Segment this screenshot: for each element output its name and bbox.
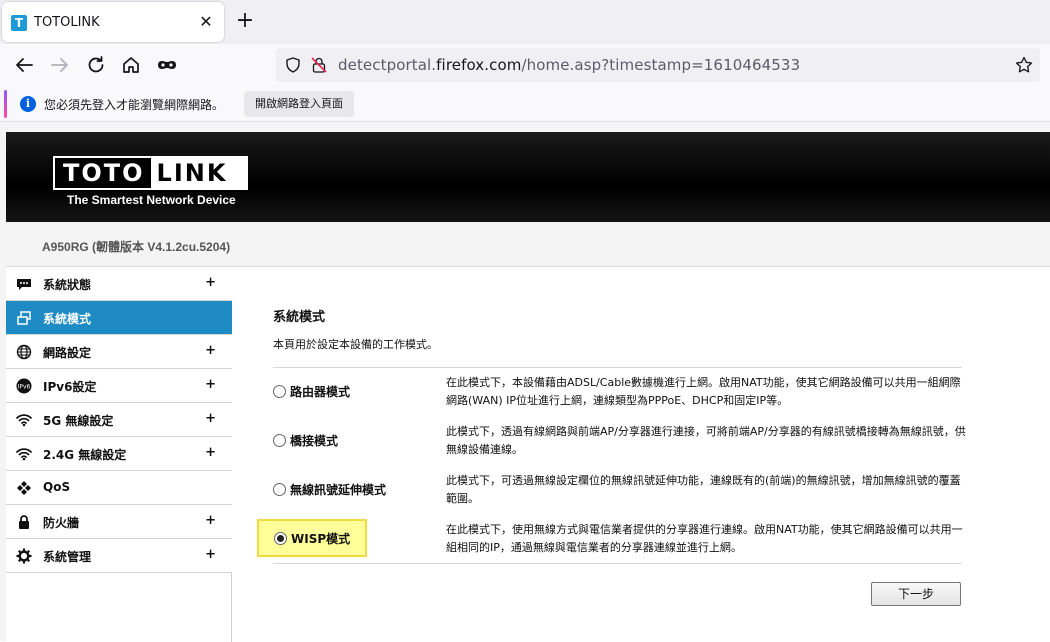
bookmark-star-icon[interactable] — [1014, 55, 1034, 75]
forward-arrow-icon[interactable] — [48, 53, 72, 77]
sidebar-item-wireless-24g[interactable]: 2.4G 無線設定 + — [6, 437, 232, 471]
router-mode-option[interactable]: 路由器模式 — [273, 377, 350, 405]
url-bar[interactable]: detectportal.firefox.com/home.asp?timest… — [276, 48, 1040, 82]
sidebar-item-label: QoS — [43, 480, 71, 494]
sidebar-item-management[interactable]: 系統管理 + — [6, 539, 232, 573]
mode-description: 在此模式下，使用無線方式與電信業者提供的分享器進行連線。啟用NAT功能，使其它網… — [446, 523, 963, 554]
page-title: 系統模式 — [273, 310, 326, 325]
url-domain: firefox.com — [436, 56, 522, 74]
mode-label: 無線訊號延伸模式 — [290, 482, 387, 497]
logo-tagline: The Smartest Network Device — [67, 193, 236, 207]
tab-title: TOTOLINK — [34, 15, 100, 30]
sidebar-item-label: 防火牆 — [43, 516, 80, 530]
logo-link: LINK — [150, 158, 246, 188]
browser-tab-bar: T TOTOLINK ✕ + — [0, 0, 1050, 44]
expand-plus-icon[interactable]: + — [205, 513, 216, 528]
home-icon[interactable] — [119, 53, 143, 77]
sidebar-item-firewall[interactable]: 防火牆 + — [6, 505, 232, 539]
qos-icon — [16, 480, 32, 496]
browser-tab[interactable]: T TOTOLINK ✕ — [2, 2, 224, 42]
router-mode-radio[interactable] — [273, 384, 286, 398]
expand-plus-icon[interactable]: + — [205, 275, 216, 290]
back-arrow-icon[interactable] — [12, 53, 36, 77]
captive-portal-notification: i 您必須先登入才能瀏覽網際網路。 開啟網路登入頁面 — [0, 86, 1050, 122]
gear-icon — [16, 548, 32, 564]
sidebar-item-qos[interactable]: QoS — [6, 471, 232, 505]
new-tab-icon[interactable]: + — [234, 10, 256, 32]
chat-icon — [16, 276, 32, 292]
divider — [273, 563, 962, 564]
sidebar-item-label: 5G 無線設定 — [43, 414, 114, 428]
page-description: 本頁用於設定本設備的工作模式。 — [273, 338, 438, 351]
expand-plus-icon[interactable]: + — [205, 547, 216, 562]
sidebar-item-network[interactable]: 網路設定 + — [6, 335, 232, 369]
notification-accent — [4, 90, 7, 118]
sidebar-item-system-status[interactable]: 系統狀態 + — [6, 267, 232, 301]
bridge-mode-option[interactable]: 橋接模式 — [273, 426, 338, 454]
notification-text: 您必須先登入才能瀏覽網際網路。 — [44, 98, 225, 112]
version-bar: A950RG (韌體版本 V4.1.2cu.5204) — [6, 222, 1050, 266]
url-prefix: detectportal. — [338, 56, 437, 74]
insecure-lock-icon[interactable] — [310, 56, 328, 74]
expand-plus-icon[interactable]: + — [205, 411, 216, 426]
wisp-mode-option[interactable]: WISP模式 — [257, 519, 367, 557]
window-icon — [16, 310, 32, 326]
lock-icon — [16, 514, 32, 530]
mode-description: 此模式下，可透過無線設定欄位的無線訊號延伸功能，連線既有的(前端)的無線訊號，增… — [446, 474, 961, 505]
private-mask-icon[interactable] — [155, 53, 179, 77]
expand-plus-icon[interactable]: + — [205, 343, 216, 358]
mode-row-wisp: WISP模式 在此模式下，使用無線方式與電信業者提供的分享器進行連線。啟用NAT… — [257, 515, 963, 564]
close-tab-icon[interactable]: ✕ — [196, 12, 216, 32]
router-page: TOTO LINK The Smartest Network Device A9… — [0, 122, 1050, 642]
mode-label: 橋接模式 — [290, 433, 339, 448]
mode-label: WISP模式 — [291, 531, 351, 546]
next-button[interactable]: 下一步 — [871, 582, 961, 606]
wifi-icon — [16, 412, 32, 428]
mode-row-repeater: 無線訊號延伸模式 此模式下，可透過無線設定欄位的無線訊號延伸功能，連線既有的(前… — [273, 466, 962, 515]
totolink-logo: TOTO LINK The Smartest Network Device — [53, 156, 248, 207]
globe-icon — [16, 344, 32, 360]
info-icon: i — [20, 96, 36, 112]
expand-plus-icon[interactable]: + — [205, 445, 216, 460]
open-login-page-button[interactable]: 開啟網路登入頁面 — [244, 91, 354, 117]
mode-row-bridge: 橋接模式 此模式下，透過有線網路與前端AP/分享器進行連接，可將前端AP/分享器… — [273, 417, 966, 466]
sidebar-item-label: IPv6設定 — [43, 380, 97, 394]
logo-toto: TOTO — [55, 158, 151, 188]
svg-text:IPv6: IPv6 — [18, 384, 31, 391]
url-path: /home.asp?timestamp=1610464533 — [521, 56, 801, 74]
url-text[interactable]: detectportal.firefox.com/home.asp?timest… — [338, 56, 800, 74]
mode-description: 此模式下，透過有線網路與前端AP/分享器進行連接，可將前端AP/分享器的有線訊號… — [446, 425, 966, 456]
tracking-shield-icon[interactable] — [284, 56, 302, 74]
repeater-mode-option[interactable]: 無線訊號延伸模式 — [273, 475, 386, 503]
mode-label: 路由器模式 — [290, 384, 351, 399]
sidebar-item-system-mode[interactable]: 系統模式 — [6, 301, 232, 335]
main-panel: 系統模式 本頁用於設定本設備的工作模式。 路由器模式 在此模式下，本設備藉由AD… — [232, 267, 1050, 642]
sidebar-item-ipv6[interactable]: IPv6 IPv6設定 + — [6, 369, 232, 403]
sidebar-item-label: 系統管理 — [43, 550, 92, 564]
repeater-mode-radio[interactable] — [273, 482, 286, 496]
bridge-mode-radio[interactable] — [273, 433, 286, 447]
wifi-icon — [16, 446, 32, 462]
sidebar: 系統狀態 + 系統模式 網路設定 + IPv6 IPv6設定 + 5G 無線設定… — [6, 267, 232, 642]
wisp-mode-radio[interactable] — [274, 531, 287, 545]
browser-nav-bar: detectportal.firefox.com/home.asp?timest… — [0, 44, 1050, 86]
router-header: TOTO LINK The Smartest Network Device — [6, 132, 1050, 222]
ipv6-icon: IPv6 — [16, 378, 32, 394]
totolink-favicon-icon: T — [11, 15, 27, 31]
sidebar-item-label: 系統狀態 — [43, 278, 92, 292]
expand-plus-icon[interactable]: + — [205, 377, 216, 392]
content-area: 系統狀態 + 系統模式 網路設定 + IPv6 IPv6設定 + 5G 無線設定… — [6, 266, 1050, 642]
reload-icon[interactable] — [84, 53, 108, 77]
sidebar-item-label: 系統模式 — [43, 312, 92, 326]
mode-row-router: 路由器模式 在此模式下，本設備藉由ADSL/Cable數據機進行上網。啟用NAT… — [273, 368, 962, 417]
sidebar-item-label: 網路設定 — [43, 346, 92, 360]
mode-description: 在此模式下，本設備藉由ADSL/Cable數據機進行上網。啟用NAT功能，使其它… — [446, 376, 961, 407]
firmware-version: A950RG (韌體版本 V4.1.2cu.5204) — [42, 240, 231, 254]
sidebar-item-label: 2.4G 無線設定 — [43, 448, 127, 462]
sidebar-item-wireless-5g[interactable]: 5G 無線設定 + — [6, 403, 232, 437]
